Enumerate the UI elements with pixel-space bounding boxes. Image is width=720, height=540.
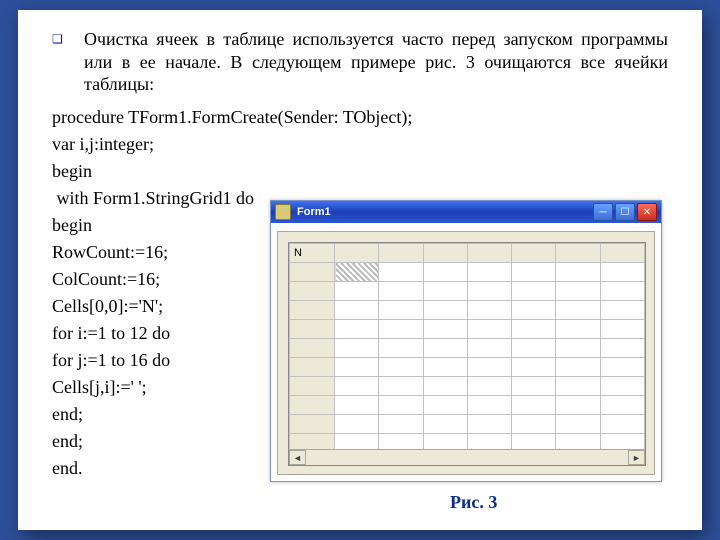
close-button[interactable]: ✕ [637,203,657,221]
grid-header-cell[interactable]: N [290,244,335,263]
string-grid[interactable]: N ◄ ► [288,242,646,466]
horizontal-scrollbar[interactable]: ◄ ► [289,449,645,465]
scroll-left-button[interactable]: ◄ [289,450,306,465]
form-window: Form1 ─ ☐ ✕ N ◄ ► [270,200,662,482]
window-title: Form1 [297,206,593,218]
selected-cell[interactable] [335,263,379,282]
intro-paragraph: Очистка ячеек в таблице используется час… [84,28,668,96]
titlebar[interactable]: Form1 ─ ☐ ✕ [271,201,661,223]
minimize-button[interactable]: ─ [593,203,613,221]
window-client: N ◄ ► [277,231,655,475]
code-line: var i,j:integer; [52,131,668,158]
app-icon [275,204,291,220]
bullet-icon: ❏ [52,28,62,104]
figure-caption: Рис. 3 [450,492,497,513]
maximize-button[interactable]: ☐ [615,203,635,221]
scroll-right-button[interactable]: ► [628,450,645,465]
code-line: procedure TForm1.FormCreate(Sender: TObj… [52,104,668,131]
code-line: begin [52,158,668,185]
